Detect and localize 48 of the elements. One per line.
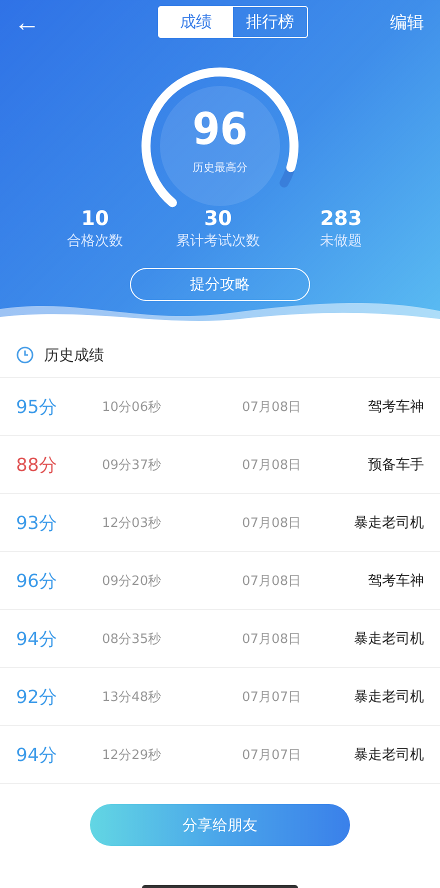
tab[interactable]: 排行榜 — [233, 7, 307, 37]
score-text: 94分 — [16, 744, 58, 766]
stat-label: 合格次数 — [67, 232, 123, 250]
date-text: 07月07日 — [242, 688, 302, 706]
duration-text: 13分48秒 — [102, 688, 162, 706]
score-text: 94分 — [16, 628, 58, 650]
duration-text: 10分06秒 — [102, 398, 162, 416]
score-text: 96分 — [16, 570, 58, 592]
stat-label: 累计考试次数 — [176, 232, 260, 250]
date-text: 07月08日 — [242, 398, 302, 416]
rank-title: 暴走老司机 — [354, 630, 424, 648]
best-score-label: 历史最高分 — [192, 160, 248, 175]
rank-title: 暴走老司机 — [354, 514, 424, 532]
stat-value: 10 — [81, 206, 109, 230]
date-text: 07月08日 — [242, 630, 302, 648]
date-text: 07月08日 — [242, 514, 302, 532]
rank-title: 暴走老司机 — [354, 746, 424, 764]
duration-text: 12分03秒 — [102, 514, 162, 532]
history-row[interactable]: 94分 08分35秒 07月08日 暴走老司机 — [0, 610, 440, 668]
history-row[interactable]: 94分 12分29秒 07月07日 暴走老司机 — [0, 726, 440, 784]
history-row[interactable]: 93分 12分03秒 07月08日 暴走老司机 — [0, 494, 440, 552]
back-button[interactable]: ← — [14, 8, 40, 36]
tab[interactable]: 成绩 — [159, 7, 233, 37]
score-text: 93分 — [16, 512, 58, 534]
history-row[interactable]: 95分 10分06秒 07月08日 驾考车神 — [0, 378, 440, 436]
score-text: 88分 — [16, 454, 58, 476]
stat-value: 30 — [204, 206, 232, 230]
duration-text: 09分20秒 — [102, 572, 162, 590]
clock-icon — [16, 346, 34, 364]
rank-title: 预备车手 — [368, 456, 424, 474]
stat-value: 283 — [320, 206, 362, 230]
section-title: 历史成绩 — [44, 346, 104, 364]
duration-text: 09分37秒 — [102, 456, 162, 474]
history-row[interactable]: 92分 13分48秒 07月07日 暴走老司机 — [0, 668, 440, 726]
stat-label: 未做题 — [320, 232, 362, 250]
duration-text: 12分29秒 — [102, 746, 162, 764]
date-text: 07月08日 — [242, 456, 302, 474]
history-row[interactable]: 96分 09分20秒 07月08日 驾考车神 — [0, 552, 440, 610]
rank-title: 驾考车神 — [368, 398, 424, 416]
rank-title: 驾考车神 — [368, 572, 424, 590]
date-text: 07月07日 — [242, 746, 302, 764]
score-text: 92分 — [16, 686, 58, 708]
history-row[interactable]: 88分 09分37秒 07月08日 预备车手 — [0, 436, 440, 494]
score-text: 95分 — [16, 396, 58, 418]
best-score: 96 — [192, 106, 248, 154]
duration-text: 08分35秒 — [102, 630, 162, 648]
rank-title: 暴走老司机 — [354, 688, 424, 706]
date-text: 07月08日 — [242, 572, 302, 590]
